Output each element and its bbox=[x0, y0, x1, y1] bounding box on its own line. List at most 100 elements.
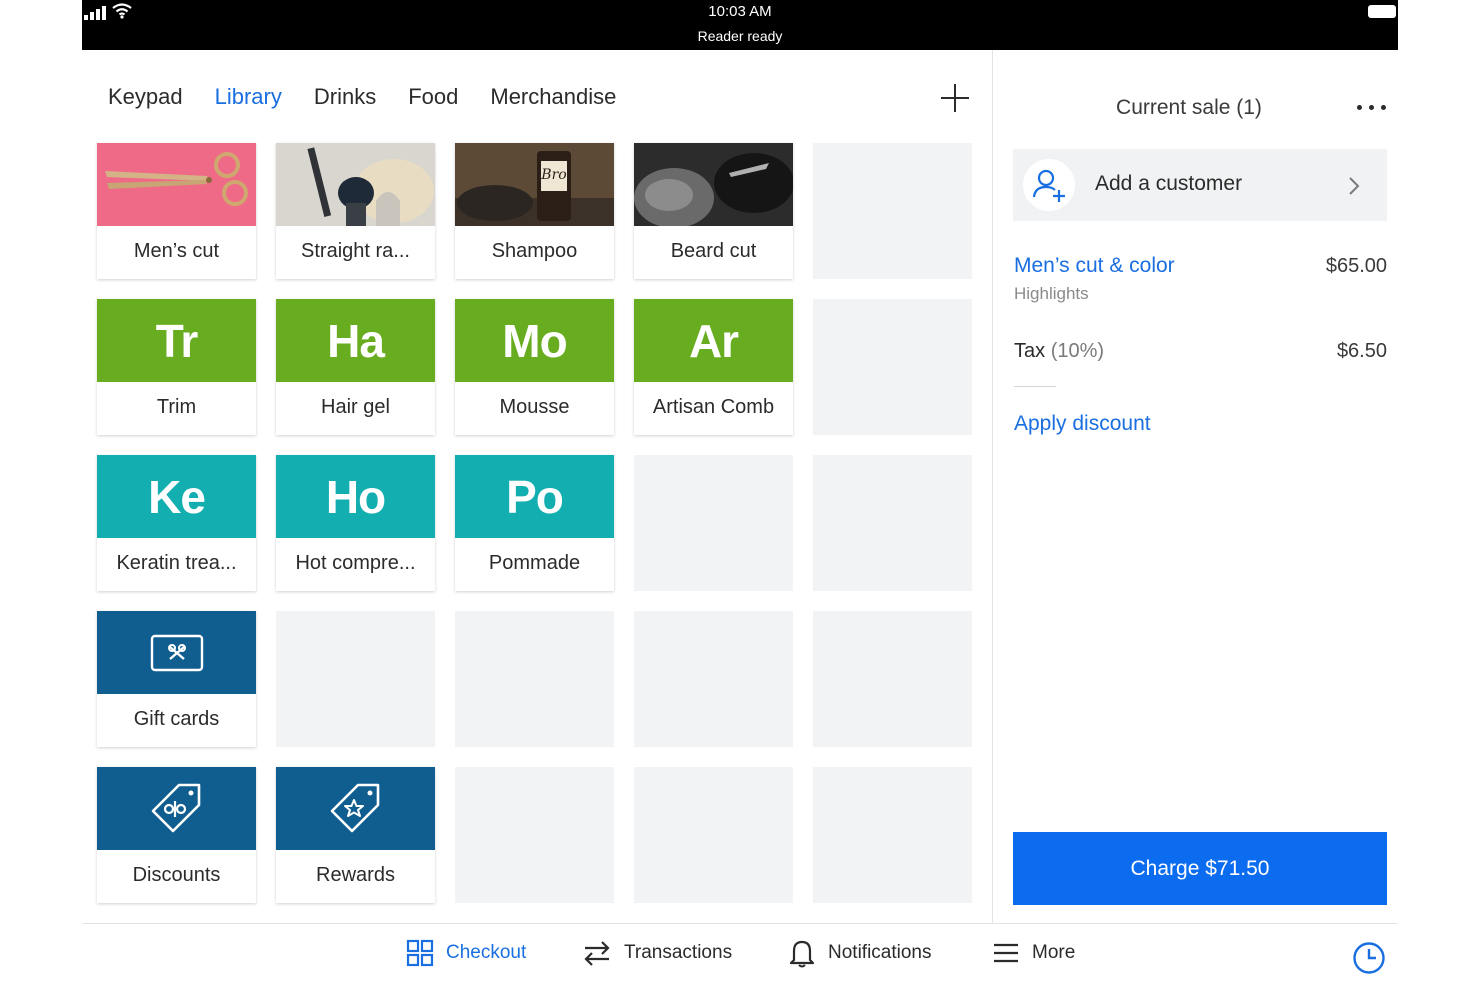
item-tile-mens-cut[interactable]: Men’s cut bbox=[97, 143, 256, 279]
empty-tile[interactable] bbox=[813, 611, 972, 747]
tile-abbreviation: Ho bbox=[325, 470, 386, 523]
item-tile-pommade[interactable]: Po Pommade bbox=[455, 455, 614, 591]
category-tabs: Keypad Library Drinks Food Merchandise bbox=[108, 84, 616, 114]
empty-tile[interactable] bbox=[276, 611, 435, 747]
empty-tile[interactable] bbox=[455, 767, 614, 903]
item-tile-hot-compress[interactable]: Ho Hot compre... bbox=[276, 455, 435, 591]
tile-abbreviation: Tr bbox=[155, 314, 198, 367]
add-customer-label: Add a customer bbox=[1095, 172, 1243, 195]
scissors-photo-icon bbox=[97, 143, 256, 226]
tab-food[interactable]: Food bbox=[408, 84, 458, 114]
item-grid: Men’s cut Straight ra... Bro Shampoo Bea… bbox=[97, 143, 972, 903]
reader-status: Reader ready bbox=[697, 28, 783, 44]
tax-row-label: Tax (10%) bbox=[1014, 340, 1104, 363]
grid-icon bbox=[406, 939, 434, 967]
shampoo-bottle-photo-icon: Bro bbox=[455, 143, 614, 226]
item-tile-keratin-treatment[interactable]: Ke Keratin trea... bbox=[97, 455, 256, 591]
item-tile-artisan-comb[interactable]: Ar Artisan Comb bbox=[634, 299, 793, 435]
tile-abbreviation: Po bbox=[506, 470, 564, 523]
nav-notifications[interactable]: Notifications bbox=[788, 938, 932, 968]
empty-tile[interactable] bbox=[455, 611, 614, 747]
nav-checkout[interactable]: Checkout bbox=[406, 938, 526, 968]
item-tile-hair-gel[interactable]: Ha Hair gel bbox=[276, 299, 435, 435]
tax-label: Tax bbox=[1014, 340, 1046, 362]
line-item-name[interactable]: Men’s cut & color bbox=[1014, 254, 1175, 278]
item-tile-rewards[interactable]: Rewards bbox=[276, 767, 435, 903]
tab-library[interactable]: Library bbox=[215, 84, 282, 114]
empty-tile[interactable] bbox=[813, 299, 972, 435]
item-tile-straight-razor[interactable]: Straight ra... bbox=[276, 143, 435, 279]
empty-tile[interactable] bbox=[813, 143, 972, 279]
status-time: 10:03 AM bbox=[708, 3, 772, 20]
battery-icon bbox=[1368, 5, 1396, 18]
tile-label: Pommade bbox=[488, 552, 581, 574]
empty-tile[interactable] bbox=[634, 455, 793, 591]
current-sale-title: Current sale (1) bbox=[1116, 96, 1262, 119]
discount-tag-icon bbox=[97, 767, 256, 850]
item-tile-beard-cut[interactable]: Beard cut bbox=[634, 143, 793, 279]
tile-color-block: Ha bbox=[276, 299, 435, 382]
tile-color-block: Mo bbox=[455, 299, 614, 382]
tax-rate: (10%) bbox=[1050, 340, 1105, 362]
bottom-navigation: Checkout Transactions Notifications More bbox=[82, 924, 1398, 987]
svg-text:Bro: Bro bbox=[540, 167, 566, 183]
add-item-button[interactable] bbox=[939, 82, 971, 114]
empty-tile[interactable] bbox=[634, 611, 793, 747]
item-tile-discounts[interactable]: Discounts bbox=[97, 767, 256, 903]
item-tile-mousse[interactable]: Mo Mousse bbox=[455, 299, 614, 435]
nav-label: More bbox=[1032, 942, 1076, 963]
tile-color-block: Po bbox=[455, 455, 614, 538]
tile-color-block: Ke bbox=[97, 455, 256, 538]
pos-app: 10:03 AM Reader ready Keypad Library Dri… bbox=[82, 0, 1398, 987]
nav-label: Notifications bbox=[828, 942, 932, 963]
razor-brush-photo-icon bbox=[276, 143, 435, 226]
line-item-note: Highlights bbox=[1014, 284, 1089, 303]
item-tile-shampoo[interactable]: Bro Shampoo bbox=[455, 143, 614, 279]
tile-color-block: Tr bbox=[97, 299, 256, 382]
nav-more[interactable]: More bbox=[992, 938, 1075, 968]
library-pane: Keypad Library Drinks Food Merchandise M… bbox=[82, 50, 992, 923]
empty-tile[interactable] bbox=[813, 455, 972, 591]
bell-icon bbox=[789, 940, 815, 968]
nav-label: Transactions bbox=[624, 942, 733, 963]
status-bar: 10:03 AM Reader ready bbox=[82, 0, 1398, 50]
charge-button[interactable]: Charge $71.50 bbox=[1013, 832, 1387, 905]
tile-label: Mousse bbox=[499, 396, 570, 418]
tab-keypad[interactable]: Keypad bbox=[108, 84, 183, 114]
tab-drinks[interactable]: Drinks bbox=[314, 84, 376, 114]
tile-label: Men’s cut bbox=[133, 240, 220, 262]
more-options-button[interactable] bbox=[1357, 105, 1387, 111]
empty-tile[interactable] bbox=[813, 767, 972, 903]
nav-label: Checkout bbox=[446, 942, 527, 963]
line-item-price: $65.00 bbox=[1325, 255, 1387, 277]
tile-label: Beard cut bbox=[670, 240, 757, 262]
tile-label: Shampoo bbox=[491, 240, 578, 262]
item-tile-gift-cards[interactable]: Gift cards bbox=[97, 611, 256, 747]
divider bbox=[1014, 386, 1056, 387]
tile-label: Trim bbox=[156, 396, 197, 418]
tile-label: Hot compre... bbox=[295, 552, 416, 574]
tile-abbreviation: Ar bbox=[688, 314, 739, 367]
swap-arrows-icon bbox=[584, 941, 610, 966]
tile-color-block: Ar bbox=[634, 299, 793, 382]
tile-label: Hair gel bbox=[321, 396, 390, 418]
tile-abbreviation: Mo bbox=[502, 314, 567, 367]
empty-tile[interactable] bbox=[634, 767, 793, 903]
menu-icon bbox=[994, 943, 1018, 963]
add-customer-button[interactable]: Add a customer bbox=[1013, 149, 1387, 221]
reward-tag-icon bbox=[276, 767, 435, 850]
item-tile-trim[interactable]: Tr Trim bbox=[97, 299, 256, 435]
tab-merchandise[interactable]: Merchandise bbox=[490, 84, 616, 114]
tile-abbreviation: Ha bbox=[327, 314, 385, 367]
tile-label: Rewards bbox=[316, 864, 395, 886]
chevron-right-icon bbox=[1349, 177, 1360, 195]
current-sale-pane: Current sale (1) Add a customer Men’s cu… bbox=[993, 50, 1398, 923]
nav-transactions[interactable]: Transactions bbox=[582, 938, 732, 968]
clock-icon[interactable] bbox=[1352, 941, 1386, 975]
tile-label: Discounts bbox=[132, 864, 221, 886]
apply-discount-link[interactable]: Apply discount bbox=[1014, 412, 1151, 436]
tile-label: Keratin trea... bbox=[116, 552, 237, 574]
gift-card-icon bbox=[97, 611, 256, 694]
tile-label: Straight ra... bbox=[301, 240, 410, 262]
add-person-icon bbox=[1023, 159, 1075, 211]
